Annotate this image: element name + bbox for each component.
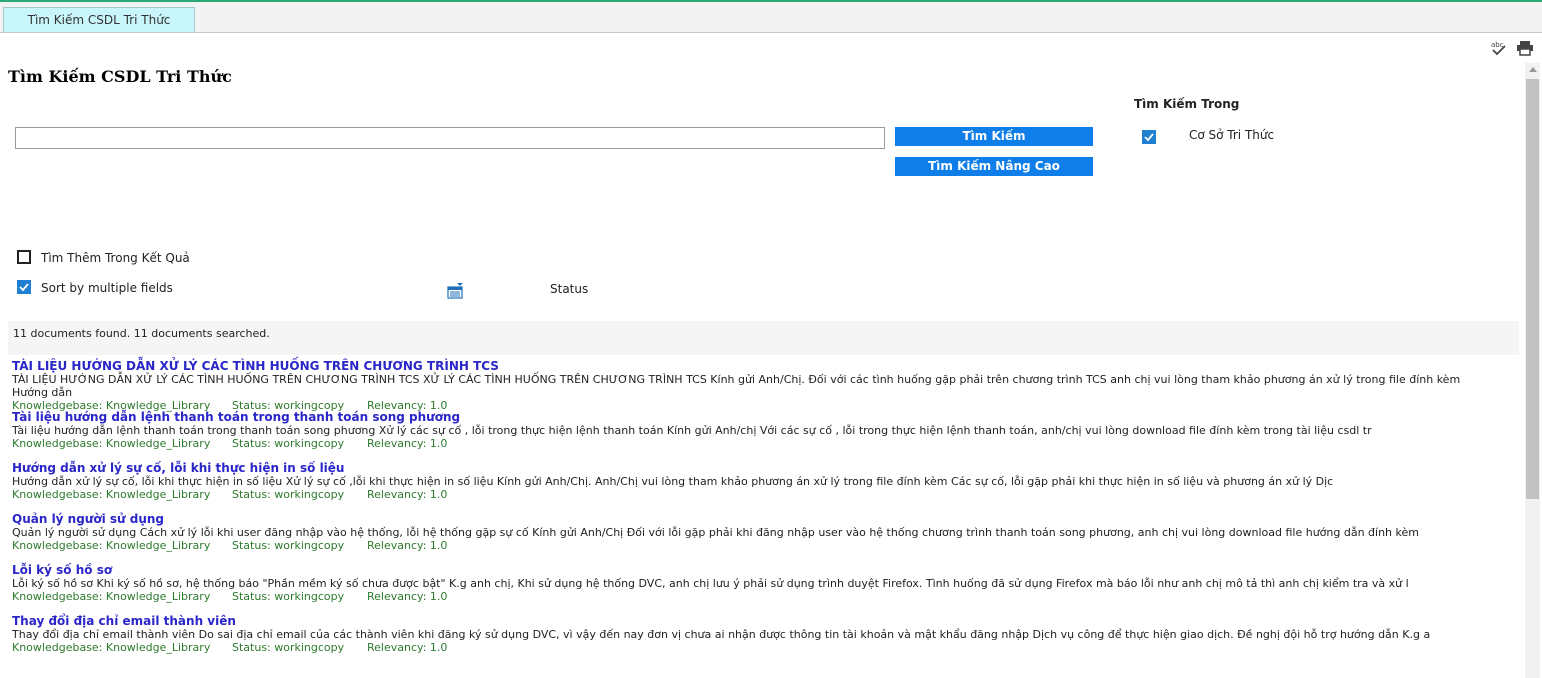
result-snippet: TÀI LIỆU HƯỚNG DẪN XỬ LÝ CÁC TÌNH HUỐNG … [12,373,1461,399]
search-input[interactable] [15,127,885,149]
result-status: Status: workingcopy [232,590,345,603]
result-title-link[interactable]: Quản lý người sử dụng [12,512,1512,526]
list-item: Tài liệu hướng dẫn lệnh thanh toán trong… [12,410,1512,461]
search-within-results-checkbox[interactable] [17,250,31,264]
result-meta: Knowledgebase: Knowledge_Library Status: … [12,590,1512,603]
page-title: Tìm Kiếm CSDL Tri Thức [8,67,232,86]
result-relevancy: Relevancy: 1.0 [367,437,448,450]
result-meta: Knowledgebase: Knowledge_Library Status: … [12,437,1512,450]
result-title-link[interactable]: Thay đổi địa chỉ email thành viên [12,614,1512,628]
result-kb: Knowledgebase: Knowledge_Library [12,590,211,603]
results-list: TÀI LIỆU HƯỚNG DẪN XỬ LÝ CÁC TÌNH HUỐNG … [12,359,1512,665]
result-title-link[interactable]: Lỗi ký số hồ sơ [12,563,1512,577]
result-kb: Knowledgebase: Knowledge_Library [12,488,211,501]
result-status: Status: workingcopy [232,488,345,501]
results-summary-bar: 11 documents found. 11 documents searche… [8,321,1519,355]
result-snippet: Thay đổi địa chỉ email thành viên Do sai… [12,628,1431,641]
tab-knowledge-search[interactable]: Tìm Kiếm CSDL Tri Thức [3,7,195,32]
result-snippet: Quản lý người sử dụng Cách xử lý lỗi khi… [12,526,1419,539]
result-snippet: Tài liệu hướng dẫn lệnh thanh toán trong… [12,424,1372,437]
result-status: Status: workingcopy [232,539,345,552]
vertical-scrollbar[interactable] [1525,63,1540,678]
result-status: Status: workingcopy [232,437,345,450]
result-status: Status: workingcopy [232,641,345,654]
list-item: Hướng dẫn xử lý sự cố, lỗi khi thực hiện… [12,461,1512,512]
sort-multiple-fields-label: Sort by multiple fields [41,281,173,295]
scrollbar-thumb[interactable] [1526,79,1539,499]
result-meta: Knowledgebase: Knowledge_Library Status: … [12,539,1512,552]
result-relevancy: Relevancy: 1.0 [367,641,448,654]
sort-multiple-fields-checkbox[interactable] [17,280,31,294]
print-icon[interactable] [1516,40,1534,56]
result-kb: Knowledgebase: Knowledge_Library [12,437,211,450]
result-kb: Knowledgebase: Knowledge_Library [12,539,211,552]
advanced-search-button[interactable]: Tìm Kiếm Nâng Cao [895,157,1093,176]
result-title-link[interactable]: TÀI LIỆU HƯỚNG DẪN XỬ LÝ CÁC TÌNH HUỐNG … [12,359,1512,373]
tab-bar: Tìm Kiếm CSDL Tri Thức [0,2,1542,33]
knowledge-base-checkbox[interactable] [1142,130,1156,144]
search-scope-heading: Tìm Kiếm Trong [1134,97,1240,111]
result-relevancy: Relevancy: 1.0 [367,488,448,501]
results-summary: 11 documents found. 11 documents searche… [13,327,270,340]
knowledge-base-label: Cơ Sở Tri Thức [1189,128,1275,142]
list-item: Lỗi ký số hồ sơ Lỗi ký số hồ sơ Khi ký s… [12,563,1512,614]
list-item: Thay đổi địa chỉ email thành viên Thay đ… [12,614,1512,665]
result-kb: Knowledgebase: Knowledge_Library [12,641,211,654]
result-meta: Knowledgebase: Knowledge_Library Status: … [12,488,1512,501]
scroll-up-arrow-icon[interactable] [1529,67,1537,72]
spellcheck-icon[interactable]: abc [1490,40,1508,56]
result-snippet: Lỗi ký số hồ sơ Khi ký số hồ sơ, hệ thốn… [12,577,1409,590]
result-snippet: Hướng dẫn xử lý sự cố, lỗi khi thực hiện… [12,475,1334,488]
result-title-link[interactable]: Hướng dẫn xử lý sự cố, lỗi khi thực hiện… [12,461,1512,475]
search-button[interactable]: Tìm Kiếm [895,127,1093,146]
sort-field-status[interactable]: Status [550,282,588,296]
search-within-results-label: Tìm Thêm Trong Kết Quả [41,251,190,265]
result-meta: Knowledgebase: Knowledge_Library Status: … [12,641,1512,654]
result-relevancy: Relevancy: 1.0 [367,590,448,603]
list-item: TÀI LIỆU HƯỚNG DẪN XỬ LÝ CÁC TÌNH HUỐNG … [12,359,1512,412]
result-relevancy: Relevancy: 1.0 [367,539,448,552]
list-item: Quản lý người sử dụng Quản lý người sử d… [12,512,1512,563]
sort-field-picker-icon[interactable] [447,283,463,299]
svg-text:abc: abc [1491,41,1504,49]
result-title-link[interactable]: Tài liệu hướng dẫn lệnh thanh toán trong… [12,410,1512,424]
